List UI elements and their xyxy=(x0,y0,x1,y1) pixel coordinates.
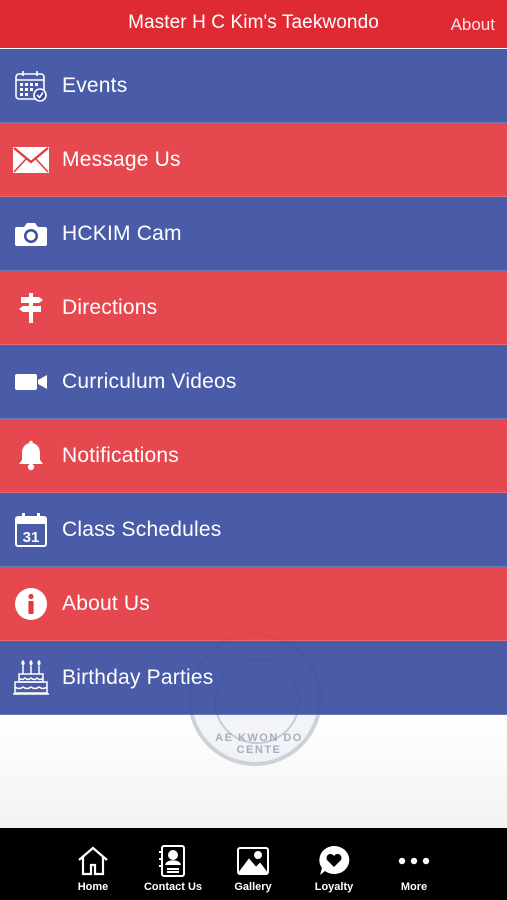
menu-item-directions[interactable]: Directions xyxy=(0,271,507,345)
menu-item-label: Class Schedules xyxy=(62,517,222,541)
menu-item-birthday-parties[interactable]: Birthday Parties xyxy=(0,641,507,715)
calendar-31-icon: 31 xyxy=(12,511,50,549)
tab-label: More xyxy=(400,881,428,893)
about-link[interactable]: About xyxy=(451,15,495,35)
menu-item-notifications[interactable]: Notifications xyxy=(0,419,507,493)
home-icon xyxy=(76,844,110,878)
svg-text:31: 31 xyxy=(23,529,40,546)
gallery-icon xyxy=(236,844,270,878)
menu-item-label: Directions xyxy=(62,295,158,319)
menu-item-label: Notifications xyxy=(62,443,179,467)
menu-item-events[interactable]: Events xyxy=(0,49,507,123)
heart-bubble-icon xyxy=(317,844,351,878)
more-dots-icon xyxy=(397,844,431,878)
tab-home[interactable]: Home xyxy=(52,828,134,900)
menu-item-label: Events xyxy=(62,73,128,97)
calendar-icon xyxy=(12,67,50,105)
emblem-text: AE KWON DO CENTE xyxy=(215,732,303,756)
tab-more[interactable]: More xyxy=(373,828,455,900)
tab-loyalty[interactable]: Loyalty xyxy=(293,828,375,900)
menu-item-label: Message Us xyxy=(62,147,181,171)
header-bar: Master H C Kim's Taekwondo About xyxy=(0,0,507,48)
contact-card-icon xyxy=(156,844,190,878)
birthday-cake-icon xyxy=(12,659,50,697)
tab-label: Home xyxy=(77,881,109,893)
menu-item-message-us[interactable]: Message Us xyxy=(0,123,507,197)
menu-item-label: Curriculum Videos xyxy=(62,369,237,393)
info-icon xyxy=(12,585,50,623)
envelope-icon xyxy=(12,141,50,179)
main-menu: Events Message Us HCKIM Cam Directions C… xyxy=(0,49,507,715)
menu-item-label: About Us xyxy=(62,591,150,615)
menu-item-about-us[interactable]: About Us xyxy=(0,567,507,641)
signpost-icon xyxy=(12,289,50,327)
menu-item-label: HCKIM Cam xyxy=(62,221,182,245)
tab-gallery[interactable]: Gallery xyxy=(212,828,294,900)
app-screen: Master H C Kim's Taekwondo About AE KWON… xyxy=(0,0,507,900)
bell-icon xyxy=(12,437,50,475)
menu-item-class-schedules[interactable]: 31 Class Schedules xyxy=(0,493,507,567)
app-title: Master H C Kim's Taekwondo xyxy=(128,12,379,33)
tab-contact-us[interactable]: Contact Us xyxy=(132,828,214,900)
camera-icon xyxy=(12,215,50,253)
tab-label: Contact Us xyxy=(143,881,203,893)
tab-label: Loyalty xyxy=(314,881,354,893)
video-camera-icon xyxy=(12,363,50,401)
menu-item-label: Birthday Parties xyxy=(62,665,214,689)
bottom-tab-bar: Home Contact Us Gallery Loyalty More xyxy=(0,828,507,900)
menu-item-curriculum-videos[interactable]: Curriculum Videos xyxy=(0,345,507,419)
tab-label: Gallery xyxy=(234,881,272,893)
menu-item-hckim-cam[interactable]: HCKIM Cam xyxy=(0,197,507,271)
